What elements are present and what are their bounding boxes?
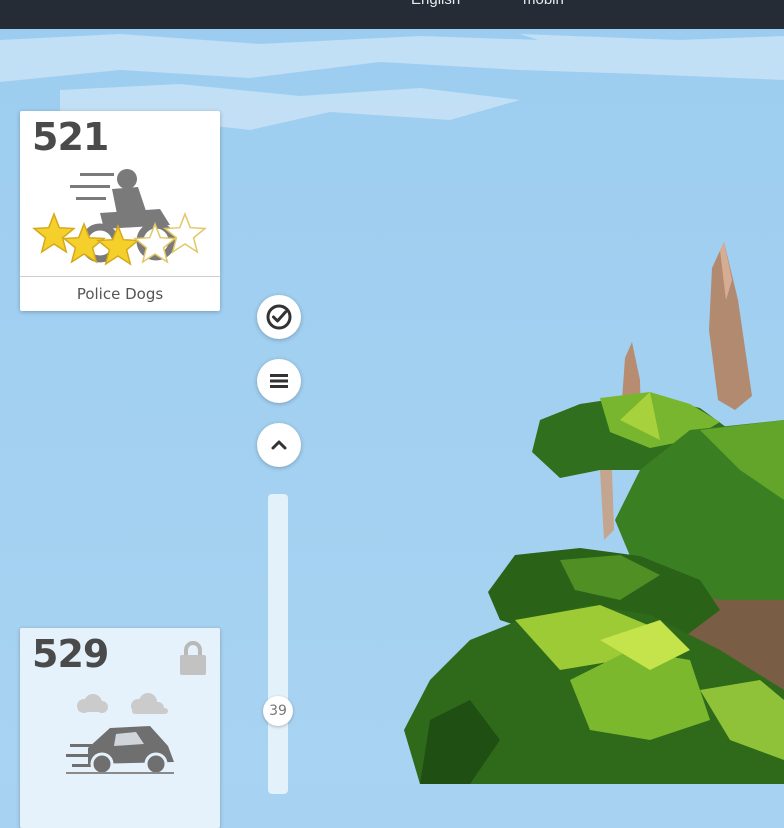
check-button[interactable]	[257, 295, 301, 339]
level-number: 521	[32, 115, 109, 159]
star-filled-icon	[96, 223, 140, 266]
level-scroll-thumb[interactable]: 39	[263, 696, 293, 726]
star-rating	[32, 211, 207, 266]
menu-button[interactable]	[257, 359, 301, 403]
level-card-529[interactable]: 529	[20, 628, 220, 828]
scroll-up-button[interactable]	[257, 423, 301, 467]
chevron-up-icon	[271, 440, 287, 450]
level-number: 529	[32, 632, 109, 676]
star-empty-icon	[163, 211, 207, 254]
level-scroll-track[interactable]	[268, 494, 288, 794]
level-card-521[interactable]: 521 Police Dogs	[20, 111, 220, 311]
lock-icon	[180, 641, 206, 675]
level-title: Police Dogs	[20, 276, 220, 311]
star-filled-icon	[32, 211, 76, 254]
top-bar: English mobin	[0, 0, 784, 29]
check-circle-icon	[266, 304, 292, 330]
hamburger-menu-icon	[270, 374, 288, 388]
game-scene: 521 Police Dogs 529	[0, 29, 784, 828]
mode-link[interactable]: mobin	[523, 0, 564, 8]
car-in-clouds-icon	[66, 693, 174, 776]
language-link[interactable]: English	[411, 0, 460, 8]
